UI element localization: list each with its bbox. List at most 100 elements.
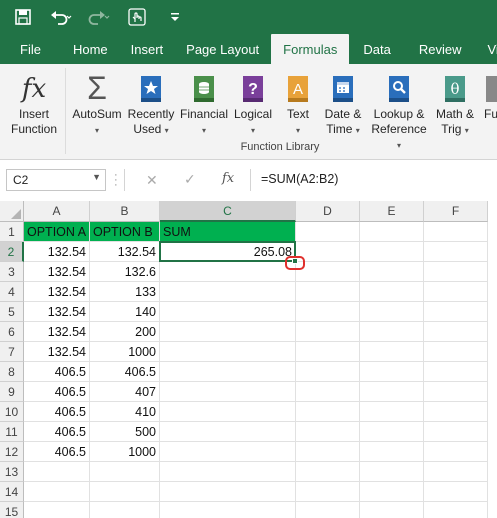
cell-f11[interactable] [424,422,488,442]
cell-a10[interactable]: 406.5 [24,402,90,422]
touch-mode-icon[interactable] [126,6,148,28]
enter-check-icon[interactable]: ✓ [184,171,196,188]
cell-a4[interactable]: 132.54 [24,282,90,302]
cell-d6[interactable] [296,322,360,342]
cell-e9[interactable] [360,382,424,402]
date-time-button[interactable]: Date & Time ▾ [320,70,366,138]
row-header-6[interactable]: 6 [0,322,24,342]
cell-d14[interactable] [296,482,360,502]
cell-f13[interactable] [424,462,488,482]
cell-b12[interactable]: 1000 [90,442,160,462]
tab-review[interactable]: Review [405,34,476,64]
cell-f2[interactable] [424,242,488,262]
row-header-11[interactable]: 11 [0,422,24,442]
cell-d7[interactable] [296,342,360,362]
cell-b9[interactable]: 407 [90,382,160,402]
cell-e8[interactable] [360,362,424,382]
cell-b3[interactable]: 132.6 [90,262,160,282]
cell-e5[interactable] [360,302,424,322]
cell-e11[interactable] [360,422,424,442]
cell-c1[interactable]: SUM [160,222,296,242]
cell-a13[interactable] [24,462,90,482]
cell-a7[interactable]: 132.54 [24,342,90,362]
cell-e14[interactable] [360,482,424,502]
cell-d2[interactable] [296,242,360,262]
cell-c7[interactable] [160,342,296,362]
row-header-13[interactable]: 13 [0,462,24,482]
tab-home[interactable]: Home [61,34,121,64]
cell-d11[interactable] [296,422,360,442]
tab-insert[interactable]: Insert [121,34,177,64]
undo-icon[interactable] [50,6,72,28]
row-header-10[interactable]: 10 [0,402,24,422]
cell-d15[interactable] [296,502,360,518]
cell-e6[interactable] [360,322,424,342]
cell-e1[interactable] [360,222,424,242]
cell-f5[interactable] [424,302,488,322]
cell-b13[interactable] [90,462,160,482]
cell-f10[interactable] [424,402,488,422]
tab-view[interactable]: View [475,34,497,64]
chevron-down-icon[interactable]: ▼ [92,172,101,182]
financial-button[interactable]: Financial ▾ [179,70,229,138]
formula-input[interactable]: =SUM(A2:B2) [250,169,497,191]
cell-a15[interactable] [24,502,90,518]
cell-a1[interactable]: OPTION A [24,222,90,242]
text-button[interactable]: A Text ▾ [282,70,314,138]
row-header-9[interactable]: 9 [0,382,24,402]
recently-used-button[interactable]: Recently Used ▾ [126,70,176,138]
cell-a8[interactable]: 406.5 [24,362,90,382]
column-header-c[interactable]: C [160,201,296,222]
cell-a12[interactable]: 406.5 [24,442,90,462]
tab-formulas[interactable]: Formulas [271,34,350,64]
column-header-b[interactable]: B [90,201,160,222]
name-box[interactable]: C2 ▼ [6,169,106,191]
cell-b8[interactable]: 406.5 [90,362,160,382]
cell-c10[interactable] [160,402,296,422]
cell-d5[interactable] [296,302,360,322]
cell-e3[interactable] [360,262,424,282]
cell-d9[interactable] [296,382,360,402]
cell-a3[interactable]: 132.54 [24,262,90,282]
math-trig-button[interactable]: θ Math & Trig ▾ [433,70,477,138]
cell-e7[interactable] [360,342,424,362]
insert-function-fx-icon[interactable]: fx [222,171,234,186]
cell-d10[interactable] [296,402,360,422]
cell-b15[interactable] [90,502,160,518]
cell-c14[interactable] [160,482,296,502]
cell-f12[interactable] [424,442,488,462]
cancel-icon[interactable]: ✕ [146,172,158,189]
cell-e4[interactable] [360,282,424,302]
cell-d12[interactable] [296,442,360,462]
insert-function-button[interactable]: fx Insert Function [8,70,60,137]
select-all-button[interactable] [0,201,24,222]
column-header-d[interactable]: D [296,201,360,222]
row-header-14[interactable]: 14 [0,482,24,502]
row-header-15[interactable]: 15 [0,502,24,518]
row-header-12[interactable]: 12 [0,442,24,462]
customize-qat-icon[interactable] [164,6,186,28]
row-header-5[interactable]: 5 [0,302,24,322]
cell-a2[interactable]: 132.54 [24,242,90,262]
cell-e10[interactable] [360,402,424,422]
cell-c4[interactable] [160,282,296,302]
row-header-1[interactable]: 1 [0,222,24,242]
cell-f8[interactable] [424,362,488,382]
cell-e12[interactable] [360,442,424,462]
cell-c9[interactable] [160,382,296,402]
redo-icon[interactable] [88,6,110,28]
logical-button[interactable]: ? Logical ▾ [232,70,274,138]
cell-b1[interactable]: OPTION B [90,222,160,242]
cell-f4[interactable] [424,282,488,302]
cell-a6[interactable]: 132.54 [24,322,90,342]
cell-b5[interactable]: 140 [90,302,160,322]
cell-d8[interactable] [296,362,360,382]
cell-b2[interactable]: 132.54 [90,242,160,262]
cell-a5[interactable]: 132.54 [24,302,90,322]
cell-c8[interactable] [160,362,296,382]
row-header-8[interactable]: 8 [0,362,24,382]
column-header-f[interactable]: F [424,201,488,222]
row-header-7[interactable]: 7 [0,342,24,362]
cell-f15[interactable] [424,502,488,518]
row-header-3[interactable]: 3 [0,262,24,282]
